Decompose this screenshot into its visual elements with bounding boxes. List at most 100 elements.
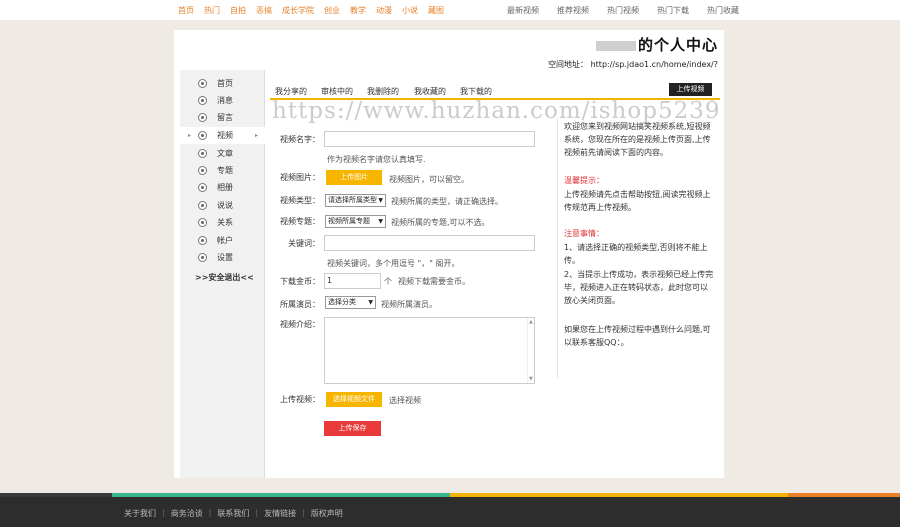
space-address: 空间地址： http://sp.jdao1.cn/home/index/? xyxy=(548,60,718,69)
info-tip-body: 上传视频请先点击帮助按钮,阅读完视频上传规范再上传视频。 xyxy=(564,190,711,212)
sidebar-item-albums[interactable]: 相册 xyxy=(180,179,265,196)
footer-link[interactable]: 版权声明 xyxy=(311,508,343,519)
watermark: https://www.huzhan.com/ishop5239 xyxy=(272,98,721,124)
footer: 关于我们 | 商务洽谈 | 联系我们 | 友情链接 | 版权声明 xyxy=(0,493,900,527)
settings-icon xyxy=(198,253,207,262)
select-file-button[interactable]: 选择视频文件 xyxy=(326,392,382,407)
footer-link[interactable]: 商务洽谈 xyxy=(171,508,203,519)
nav-link[interactable]: 热门下载 xyxy=(657,5,689,16)
intro-label: 视频介绍： xyxy=(280,320,320,329)
actor-hint: 视频所属演员。 xyxy=(381,300,437,309)
sidebar-item-messages[interactable]: 消息 xyxy=(180,92,265,109)
nav-link[interactable]: 藏图 xyxy=(428,5,444,16)
top-nav-right: 最新视频 推荐视频 热门视频 热门下载 热门收藏 xyxy=(507,5,757,16)
nav-link[interactable]: 动漫 xyxy=(376,5,392,16)
footer-bar xyxy=(450,493,788,497)
tab-shared[interactable]: 我分享的 xyxy=(275,86,307,97)
album-icon xyxy=(198,183,207,192)
top-nav-left: 首页 热门 自拍 恶搞 成长学院 创业 教学 动漫 小说 藏图 xyxy=(178,5,454,16)
chevron-down-icon: ▼ xyxy=(368,299,373,306)
nav-link[interactable]: 热门收藏 xyxy=(707,5,739,16)
info-notice-1: 1、请选择正确的视频类型,否则将不能上传。 xyxy=(564,243,708,265)
nav-link[interactable]: 自拍 xyxy=(230,5,246,16)
footer-link[interactable]: 友情链接 xyxy=(264,508,296,519)
keyword-label: 关键词： xyxy=(288,239,320,248)
sidebar-item-guestbook[interactable]: 留言 xyxy=(180,109,265,126)
video-type-select[interactable]: 请选择所属类型 ▼ xyxy=(325,194,386,207)
save-button[interactable]: 上传保存 xyxy=(324,421,381,436)
sidebar-item-posts[interactable]: 说说 xyxy=(180,197,265,214)
actor-label: 所属演员： xyxy=(280,300,320,309)
separator: | xyxy=(302,508,305,517)
chevron-right-icon: ▸ xyxy=(188,132,192,139)
scroll-down-icon[interactable]: ▼ xyxy=(529,376,533,382)
footer-bar xyxy=(112,493,450,497)
footer-bar xyxy=(788,493,900,497)
chevron-down-icon: ▼ xyxy=(378,218,383,225)
info-notice-2: 2、当提示上传成功，表示视频已经上传完毕，视频进入正在转码状态，此时您可以放心关… xyxy=(564,270,714,305)
coin-label: 下载金币： xyxy=(280,277,320,286)
nav-link[interactable]: 推荐视频 xyxy=(557,5,589,16)
tab-favorites[interactable]: 我收藏的 xyxy=(414,86,446,97)
info-welcome: 欢迎您来到视频网站搞笑视频系统,短视频系统，您现在所在的是视频上传页面,上传视频… xyxy=(564,122,711,157)
video-topic-select[interactable]: 视频所属专题 ▼ xyxy=(325,215,386,228)
top-nav: 首页 热门 自拍 恶搞 成长学院 创业 教学 动漫 小说 藏图 最新视频 推荐视… xyxy=(0,0,900,20)
sidebar-item-topics[interactable]: 专题 xyxy=(180,162,265,179)
actor-select[interactable]: 选择分类 ▼ xyxy=(325,296,376,309)
nav-link[interactable]: 热门 xyxy=(204,5,220,16)
nav-link[interactable]: 创业 xyxy=(324,5,340,16)
header: 的个人中心 空间地址： http://sp.jdao1.cn/home/inde… xyxy=(548,34,718,70)
keyword-hint: 视频关键词，多个用逗号 "，" 阁开。 xyxy=(327,259,460,268)
scroll-up-icon[interactable]: ▲ xyxy=(529,319,533,325)
upload-label: 上传视频： xyxy=(280,395,320,404)
logout-link[interactable]: >>安全退出<< xyxy=(195,272,254,283)
scrollbar[interactable]: ▲ ▼ xyxy=(527,318,534,383)
footer-bar xyxy=(0,493,112,497)
nav-link[interactable]: 热门视频 xyxy=(607,5,639,16)
type-label: 视频类型： xyxy=(280,196,320,205)
sidebar-item-home[interactable]: 首页 xyxy=(180,75,265,92)
footer-link[interactable]: 联系我们 xyxy=(217,508,249,519)
divider xyxy=(557,118,558,378)
separator: | xyxy=(208,508,212,517)
coin-input[interactable]: 1 xyxy=(324,273,381,289)
chevron-down-icon: ▼ xyxy=(378,197,383,204)
nav-link[interactable]: 最新视频 xyxy=(507,5,539,16)
image-label: 视频图片： xyxy=(280,173,320,182)
tab-deleted[interactable]: 我删除的 xyxy=(367,86,399,97)
nav-link[interactable]: 成长学院 xyxy=(282,5,314,16)
sidebar-item-settings[interactable]: 设置 xyxy=(180,249,265,266)
tab-reviewing[interactable]: 审核中的 xyxy=(321,86,353,97)
footer-link[interactable]: 关于我们 xyxy=(124,508,156,519)
sidebar-item-articles[interactable]: 文章 xyxy=(180,145,265,162)
nav-link[interactable]: 小说 xyxy=(402,5,418,16)
home-icon xyxy=(198,79,207,88)
video-icon xyxy=(198,131,207,140)
keyword-input[interactable] xyxy=(324,235,535,251)
image-hint: 视频图片，可以留空。 xyxy=(389,175,469,184)
tab-downloads[interactable]: 我下载的 xyxy=(460,86,492,97)
name-label: 视频名字： xyxy=(280,135,320,144)
footer-links: 关于我们 | 商务洽谈 | 联系我们 | 友情链接 | 版权声明 xyxy=(124,508,349,519)
topic-icon xyxy=(198,166,207,175)
sidebar-item-relations[interactable]: 关系 xyxy=(180,214,265,231)
intro-textarea[interactable]: ▲ ▼ xyxy=(324,317,535,384)
sidebar: 首页 消息 留言 ▸ 视频 ▸ 文章 专题 相册 说说 关系 帐户 设置 >>安全退… xyxy=(180,70,265,478)
upload-image-button[interactable]: 上传图片 xyxy=(326,170,382,185)
info-notice-title: 注意事情： xyxy=(564,229,604,238)
message-icon xyxy=(198,96,207,105)
post-icon xyxy=(198,201,207,210)
sidebar-item-video[interactable]: ▸ 视频 ▸ xyxy=(180,127,265,144)
coin-unit: 个 xyxy=(384,277,392,286)
relation-icon xyxy=(198,218,207,227)
nav-link[interactable]: 恶搞 xyxy=(256,5,272,16)
topic-hint: 视频所属的专题,可以不选。 xyxy=(391,218,490,227)
sidebar-item-account[interactable]: 帐户 xyxy=(180,232,265,249)
video-name-input[interactable] xyxy=(324,131,535,147)
article-icon xyxy=(198,149,207,158)
nav-link[interactable]: 首页 xyxy=(178,5,194,16)
upload-video-button[interactable]: 上传视频 xyxy=(669,83,712,96)
nav-link[interactable]: 教学 xyxy=(350,5,366,16)
guestbook-icon xyxy=(198,113,207,122)
blurred-username xyxy=(595,40,636,51)
